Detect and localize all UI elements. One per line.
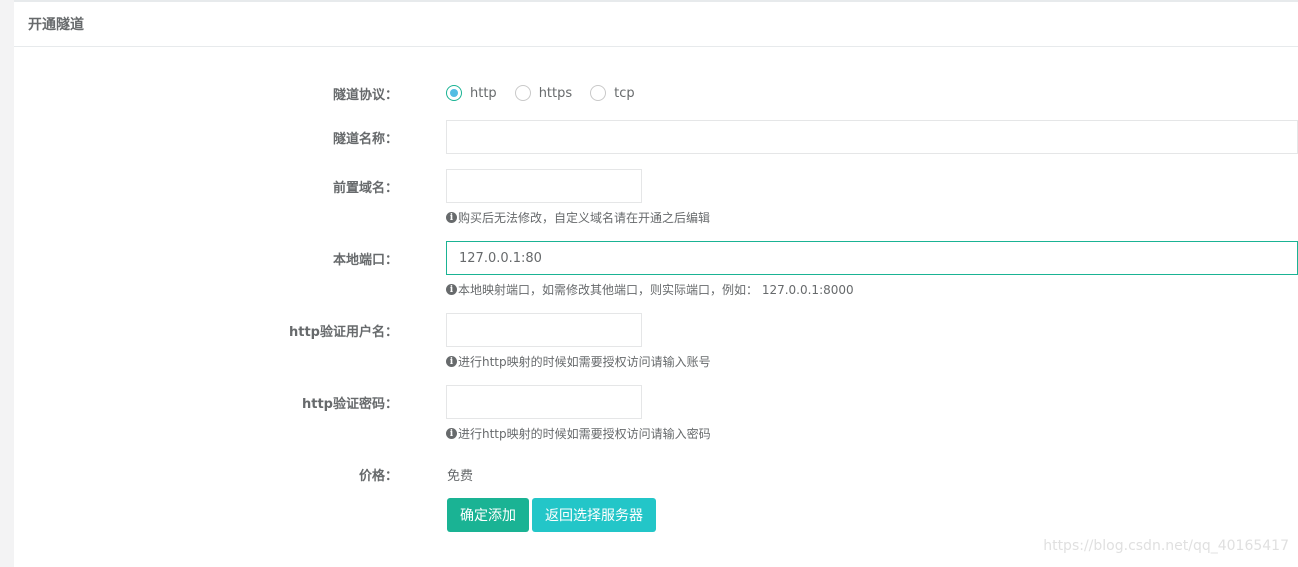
http-user-input[interactable]	[446, 313, 642, 347]
local-port-label: 本地端口：	[332, 253, 398, 268]
price-value: 免费	[447, 469, 474, 484]
radio-tcp-circle[interactable]	[590, 85, 607, 101]
prefix-domain-label: 前置域名：	[332, 181, 398, 196]
price-label: 价格：	[358, 469, 398, 484]
http-user-help: i 进行http映射的时候如需要授权访问请输入账号	[446, 353, 711, 370]
prefix-domain-input[interactable]	[446, 169, 642, 203]
watermark: https://blog.csdn.net/qq_40165417	[1043, 538, 1289, 554]
radio-http-circle[interactable]	[446, 85, 462, 101]
info-circle-icon: i	[446, 356, 457, 367]
back-select-server-button[interactable]: 返回选择服务器	[532, 498, 656, 532]
http-password-help-text: 进行http映射的时候如需要授权访问请输入密码	[458, 427, 711, 441]
panel-title: 开通隧道	[28, 17, 84, 33]
radio-https[interactable]: https	[514, 85, 573, 101]
radio-selected-dot	[450, 89, 458, 97]
http-password-label: http验证密码：	[302, 397, 398, 412]
radio-http-label: http	[470, 85, 497, 101]
radio-https-circle[interactable]	[514, 85, 531, 101]
info-circle-icon: i	[446, 284, 457, 295]
http-password-input[interactable]	[446, 385, 642, 419]
prefix-domain-help-text: 购买后无法修改，自定义域名请在开通之后编辑	[458, 211, 711, 225]
info-circle-icon: i	[446, 212, 457, 223]
local-port-help-text: 本地映射端口，如需修改其他端口，则实际端口，例如： 127.0.0.1:8000	[458, 283, 854, 297]
radio-http[interactable]: http	[446, 85, 497, 101]
panel-header: 开通隧道	[14, 2, 1298, 47]
tunnel-name-input[interactable]	[446, 120, 1298, 154]
http-user-help-text: 进行http映射的时候如需要授权访问请输入账号	[458, 355, 711, 369]
radio-tcp[interactable]: tcp	[590, 85, 635, 101]
radio-tcp-label: tcp	[614, 85, 635, 101]
confirm-add-button[interactable]: 确定添加	[447, 498, 529, 532]
tunnel-panel: 开通隧道 隧道协议： http https tcp 隧道名称： 前置域名： i …	[14, 0, 1298, 567]
prefix-domain-help: i 购买后无法修改，自定义域名请在开通之后编辑	[446, 209, 710, 226]
local-port-input[interactable]	[446, 241, 1298, 275]
http-password-help: i 进行http映射的时候如需要授权访问请输入密码	[446, 425, 711, 442]
tunnel-name-label: 隧道名称：	[332, 132, 398, 147]
local-port-help: i 本地映射端口，如需修改其他端口，则实际端口，例如： 127.0.0.1:80…	[446, 281, 854, 298]
protocol-label: 隧道协议：	[332, 88, 398, 103]
protocol-radio-group: http https tcp	[446, 85, 653, 101]
info-circle-icon: i	[446, 428, 457, 439]
http-user-label: http验证用户名：	[289, 325, 398, 340]
radio-https-label: https	[538, 85, 573, 101]
